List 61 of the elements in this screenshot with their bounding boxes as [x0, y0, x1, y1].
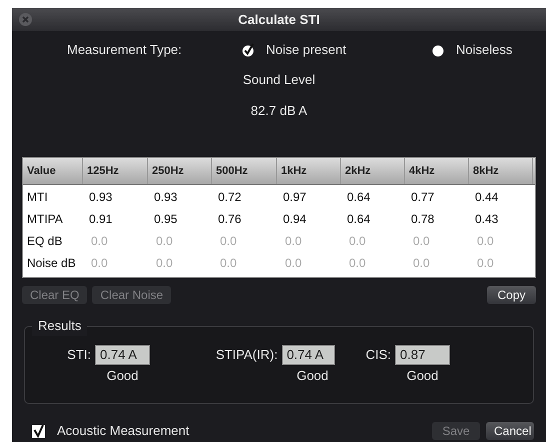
window-title: Calculate STI: [238, 10, 320, 29]
column-header[interactable]: 2kHz: [341, 158, 405, 184]
table-cell-text: 0.43: [474, 211, 500, 228]
checkbox-label: Acoustic Measurement: [57, 422, 190, 440]
result-field[interactable]: 0.74 A: [95, 345, 150, 365]
column-header[interactable]: 125Hz: [83, 158, 148, 184]
table-cell[interactable]: 0.0: [148, 232, 212, 250]
cancel-button[interactable]: Cancel: [486, 422, 534, 440]
row-label: MTI: [26, 189, 49, 206]
table-cell-text: 0.77: [410, 189, 436, 206]
field-label: Sound Level: [242, 71, 316, 89]
table-cell-text: 0.91: [88, 211, 114, 228]
radio-label: Noise present: [266, 41, 346, 60]
table-cell[interactable]: 0.0: [405, 254, 469, 272]
radio-button[interactable]: [242, 43, 255, 57]
table-cell-text: 0.64: [346, 211, 372, 228]
rating-label: Good: [296, 367, 330, 385]
row-label: EQ dB: [26, 233, 64, 250]
row-label: Noise dB: [26, 255, 77, 272]
result-label: CIS:: [364, 346, 392, 364]
row-label: MTIPA: [26, 211, 64, 228]
table-cell-text: 0.93: [88, 189, 114, 206]
rating-label: Good: [106, 367, 140, 385]
table-cell[interactable]: 0.0: [277, 254, 341, 272]
table-cell-text: 0.44: [474, 189, 500, 206]
table-cell[interactable]: 0.0: [212, 254, 277, 272]
column-header[interactable]: 8kHz: [469, 158, 533, 184]
table-cell-text: 0.94: [282, 211, 308, 228]
radio-button[interactable]: [432, 43, 445, 57]
table-cell[interactable]: 0.0: [148, 254, 212, 272]
sound-level-value: 82.7 dB A: [250, 102, 308, 120]
table-cell[interactable]: 0.0: [341, 232, 405, 250]
table-cell-text: 0.78: [410, 211, 436, 228]
table-cell[interactable]: 0.0: [83, 232, 148, 250]
table-cell[interactable]: 0.0: [83, 254, 148, 272]
column-header[interactable]: 4kHz: [405, 158, 469, 184]
table-cell[interactable]: 0.0: [469, 254, 533, 272]
table-cell-text: 0.93: [153, 189, 178, 206]
column-header[interactable]: 250Hz: [148, 158, 212, 184]
copy-button[interactable]: Copy: [487, 286, 536, 304]
column-header[interactable]: 500Hz: [212, 158, 277, 184]
table-cell-text: 0.97: [282, 189, 308, 206]
table-cell[interactable]: 0.0: [212, 232, 277, 250]
result-field[interactable]: 0.87: [395, 345, 450, 365]
table-cell-text: 0.72: [217, 189, 242, 206]
column-header[interactable]: 1kHz: [277, 158, 341, 184]
column-header[interactable]: Value: [23, 158, 83, 184]
result-field[interactable]: 0.74 A: [282, 345, 335, 365]
table-cell-text: 0.95: [153, 211, 178, 228]
table-cell-text: 0.64: [346, 189, 372, 206]
checkbox[interactable]: [32, 424, 45, 438]
table-cell[interactable]: 0.0: [469, 232, 533, 250]
result-label: STI:: [66, 346, 92, 364]
table-cell[interactable]: 0.0: [277, 232, 341, 250]
result-label: STIPA(IR):: [214, 346, 279, 364]
field-label: Measurement Type:: [67, 41, 183, 60]
rating-label: Good: [406, 367, 440, 385]
table-cell[interactable]: 0.0: [405, 232, 469, 250]
radio-label: Noiseless: [456, 41, 512, 60]
table-cell[interactable]: 0.0: [341, 254, 405, 272]
table-cell-text: 0.76: [217, 211, 242, 228]
